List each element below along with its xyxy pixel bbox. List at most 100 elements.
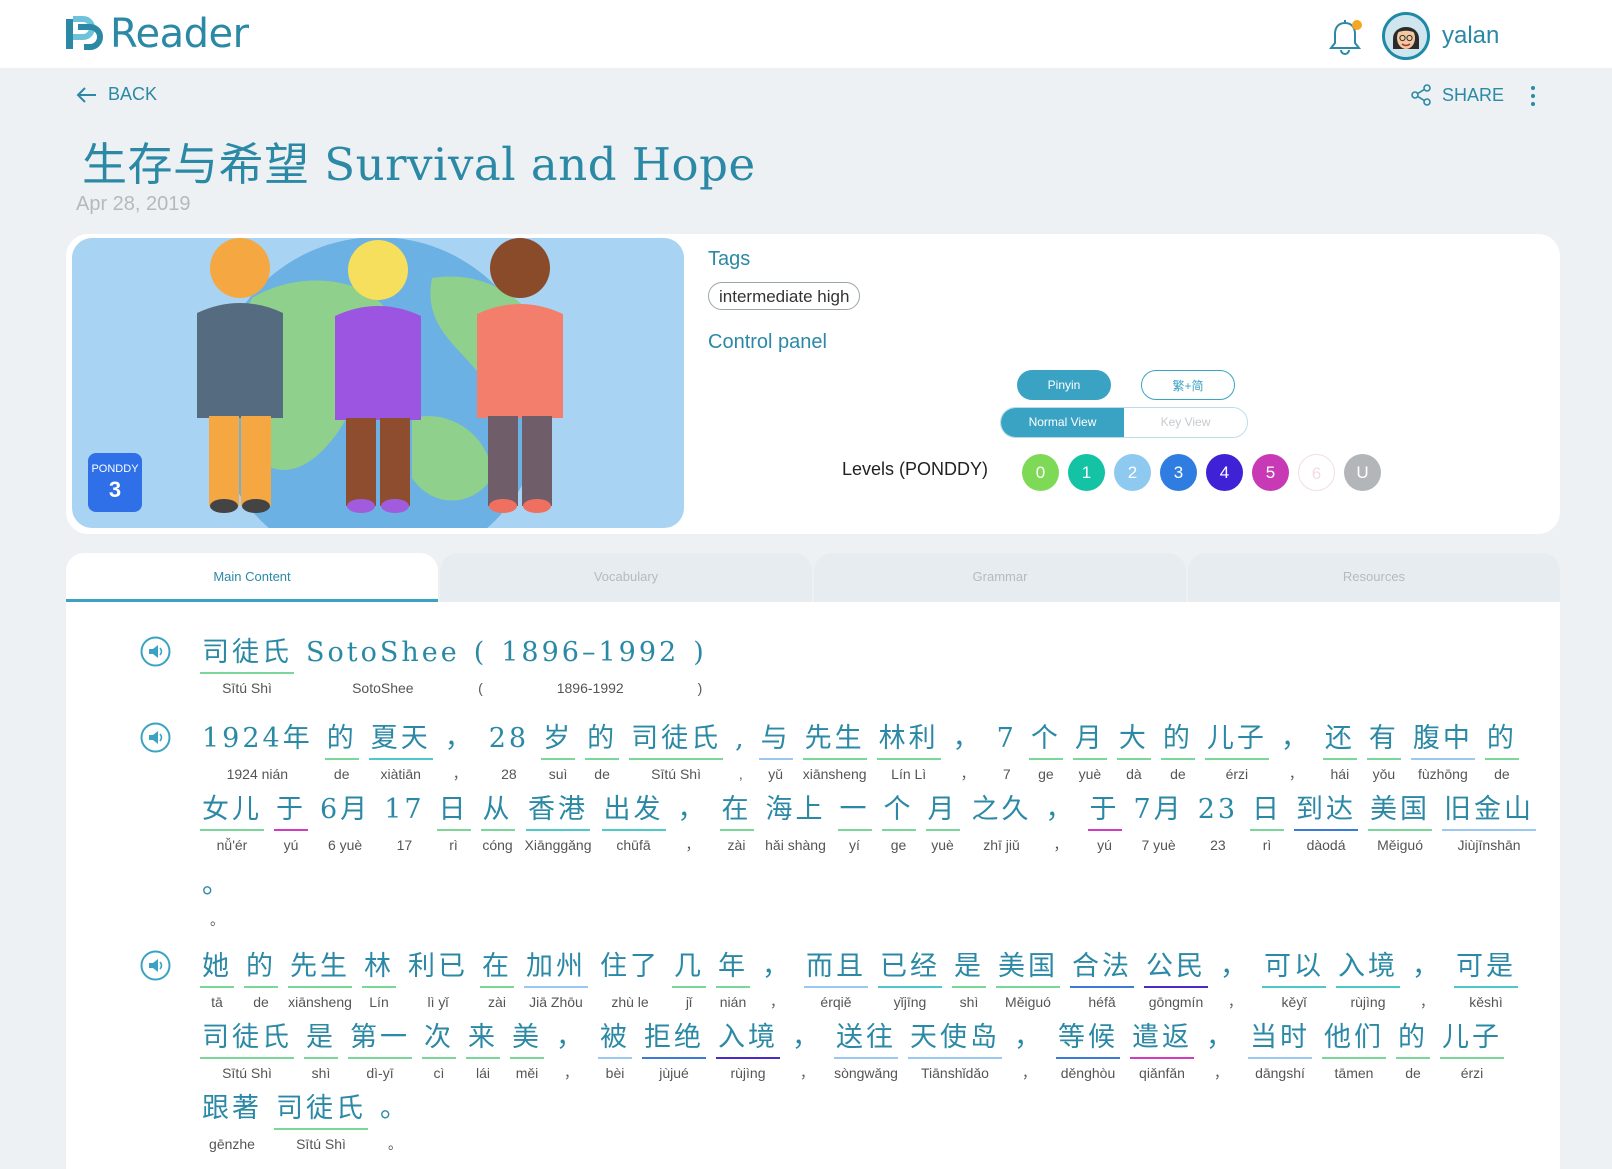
vocab-word[interactable]: 入境 rùjìng — [1336, 950, 1400, 1012]
hanzi: 她 — [200, 950, 234, 988]
vocab-word[interactable]: 公民 gōngmín — [1144, 950, 1208, 1012]
vocab-word[interactable]: 当时 dāngshí — [1248, 1021, 1312, 1083]
vocab-word[interactable]: 第一 dì-yī — [348, 1021, 412, 1083]
vocab-word[interactable]: 有 yǒu — [1366, 722, 1401, 784]
vocab-word[interactable]: 个 ge — [881, 793, 916, 855]
tab-vocabulary[interactable]: Vocabulary — [440, 553, 812, 602]
vocab-word[interactable]: 司徒氏 Sītú Shì — [200, 636, 294, 698]
vocab-word[interactable]: 大 dà — [1116, 722, 1151, 784]
vocab-word[interactable]: 遣返 qiǎnfǎn — [1130, 1021, 1194, 1083]
vocab-word[interactable]: 拒绝 jùjué — [642, 1021, 706, 1083]
vocab-word[interactable]: 她 tā — [200, 950, 234, 1012]
vocab-word[interactable]: 的 de — [1484, 722, 1519, 784]
vocab-word[interactable]: 腹中 fùzhōng — [1410, 722, 1475, 784]
vocab-word[interactable]: 来 lái — [466, 1021, 500, 1083]
vocab-word[interactable]: 是 shì — [952, 950, 986, 1012]
vocab-word[interactable]: 一 yí — [837, 793, 872, 855]
traditional-simplified-toggle-button[interactable]: 繁+简 — [1141, 370, 1235, 400]
vocab-word[interactable]: 于 yú — [274, 793, 308, 855]
level-6-button[interactable]: 6 — [1298, 454, 1335, 491]
level-1-button[interactable]: 1 — [1068, 454, 1105, 491]
hanzi: 司徒氏 — [629, 722, 724, 760]
level-4-button[interactable]: 4 — [1206, 454, 1243, 491]
vocab-word[interactable]: 天使岛 Tiānshǐdǎo — [908, 1021, 1002, 1083]
audio-play-icon[interactable] — [140, 722, 171, 753]
tab-grammar[interactable]: Grammar — [814, 553, 1186, 602]
vocab-word[interactable]: 可是 kěshì — [1454, 950, 1518, 1012]
username[interactable]: yalan — [1442, 22, 1499, 50]
text-token: )) — [691, 636, 709, 698]
level-U-button[interactable]: U — [1344, 454, 1381, 491]
vocab-word[interactable]: 在 zài — [480, 950, 514, 1012]
vocab-word[interactable]: 于 yú — [1087, 793, 1122, 855]
share-button[interactable]: SHARE — [1410, 84, 1504, 106]
vocab-word[interactable]: 香港 Xiānggǎng — [525, 793, 592, 855]
vocab-word[interactable]: 次 cì — [422, 1021, 456, 1083]
vocab-word[interactable]: 是 shì — [304, 1021, 338, 1083]
vocab-word[interactable]: 的 de — [585, 722, 620, 784]
level-2-button[interactable]: 2 — [1114, 454, 1151, 491]
vocab-word[interactable]: 加州 Jiā Zhōu — [524, 950, 588, 1012]
vocab-word[interactable]: 从 cóng — [480, 793, 515, 855]
vocab-word[interactable]: 儿子 érzi — [1440, 1021, 1504, 1083]
vocab-word[interactable]: 出发 chūfā — [601, 793, 666, 855]
vocab-word[interactable]: 送往 sòngwǎng — [834, 1021, 898, 1083]
vocab-word[interactable]: 的 de — [324, 722, 359, 784]
vocab-word[interactable]: 年 nián — [716, 950, 750, 1012]
vocab-word[interactable]: 还 hái — [1322, 722, 1357, 784]
tab-resources[interactable]: Resources — [1188, 553, 1560, 602]
vocab-word[interactable]: 合法 héfǎ — [1070, 950, 1134, 1012]
vocab-word[interactable]: 司徒氏 Sītú Shì — [629, 722, 724, 784]
vocab-word[interactable]: 先生 xiānsheng — [802, 722, 867, 784]
vocab-word[interactable]: 可以 kěyǐ — [1262, 950, 1326, 1012]
vocab-word[interactable]: 林 Lín — [362, 950, 396, 1012]
more-options-icon[interactable] — [1528, 84, 1538, 108]
vocab-word[interactable]: 在 zài — [719, 793, 754, 855]
vocab-word[interactable]: 日 rì — [436, 793, 471, 855]
app-logo[interactable]: Reader — [64, 11, 249, 57]
vocab-word[interactable]: 他们 tāmen — [1322, 1021, 1386, 1083]
hanzi: ， — [1045, 794, 1076, 825]
key-view-option[interactable]: Key View — [1124, 408, 1247, 437]
vocab-word[interactable]: 司徒氏 Sītú Shì — [200, 1021, 294, 1083]
vocab-word[interactable]: 美国 Měiguó — [996, 950, 1060, 1012]
vocab-word[interactable]: 与 yǔ — [758, 722, 793, 784]
avatar[interactable] — [1382, 12, 1430, 60]
back-button[interactable]: BACK — [76, 84, 157, 105]
vocab-word[interactable]: 的 de — [1160, 722, 1195, 784]
vocab-word[interactable]: 已经 yǐjīng — [878, 950, 942, 1012]
vocab-word[interactable]: 美 měi — [510, 1021, 544, 1083]
pinyin: zài — [727, 837, 746, 853]
vocab-word[interactable]: 旧金山 Jiùjīnshān — [1442, 793, 1537, 855]
level-3-button[interactable]: 3 — [1160, 454, 1197, 491]
vocab-word[interactable]: 日 rì — [1250, 793, 1285, 855]
vocab-word[interactable]: 被 bèi — [598, 1021, 632, 1083]
normal-view-option[interactable]: Normal View — [1001, 408, 1124, 437]
vocab-word[interactable]: 岁 suì — [541, 722, 576, 784]
tag-chip[interactable]: intermediate high — [708, 282, 861, 310]
vocab-word[interactable]: 女儿 nǚ'ér — [200, 793, 264, 855]
vocab-word[interactable]: 月 yuè — [925, 793, 960, 855]
vocab-word[interactable]: 的 de — [244, 950, 278, 1012]
vocab-word[interactable]: 到达 dàodá — [1294, 793, 1359, 855]
vocab-word[interactable]: 林利 Lín Lì — [876, 722, 941, 784]
tab-main-content[interactable]: Main Content — [66, 553, 438, 602]
pinyin-toggle-button[interactable]: Pinyin — [1017, 370, 1111, 400]
vocab-word[interactable]: 月 yuè — [1072, 722, 1107, 784]
vocab-word[interactable]: 司徒氏 Sītú Shì — [274, 1092, 368, 1154]
vocab-word[interactable]: 个 ge — [1028, 722, 1063, 784]
vocab-word[interactable]: 几 jǐ — [672, 950, 706, 1012]
vocab-word[interactable]: 先生 xiānsheng — [288, 950, 352, 1012]
vocab-word[interactable]: 入境 rùjìng — [716, 1021, 780, 1083]
level-0-button[interactable]: 0 — [1022, 454, 1059, 491]
vocab-word[interactable]: 而且 érqiě — [804, 950, 868, 1012]
vocab-word[interactable]: 等候 děnghòu — [1056, 1021, 1120, 1083]
vocab-word[interactable]: 的 de — [1396, 1021, 1430, 1083]
audio-play-icon[interactable] — [140, 636, 171, 667]
pinyin: cì — [433, 1065, 445, 1081]
vocab-word[interactable]: 夏天 xiàtiān — [368, 722, 433, 784]
level-5-button[interactable]: 5 — [1252, 454, 1289, 491]
vocab-word[interactable]: 美国 Měiguó — [1368, 793, 1433, 855]
audio-play-icon[interactable] — [140, 950, 171, 981]
vocab-word[interactable]: 儿子 érzi — [1204, 722, 1269, 784]
